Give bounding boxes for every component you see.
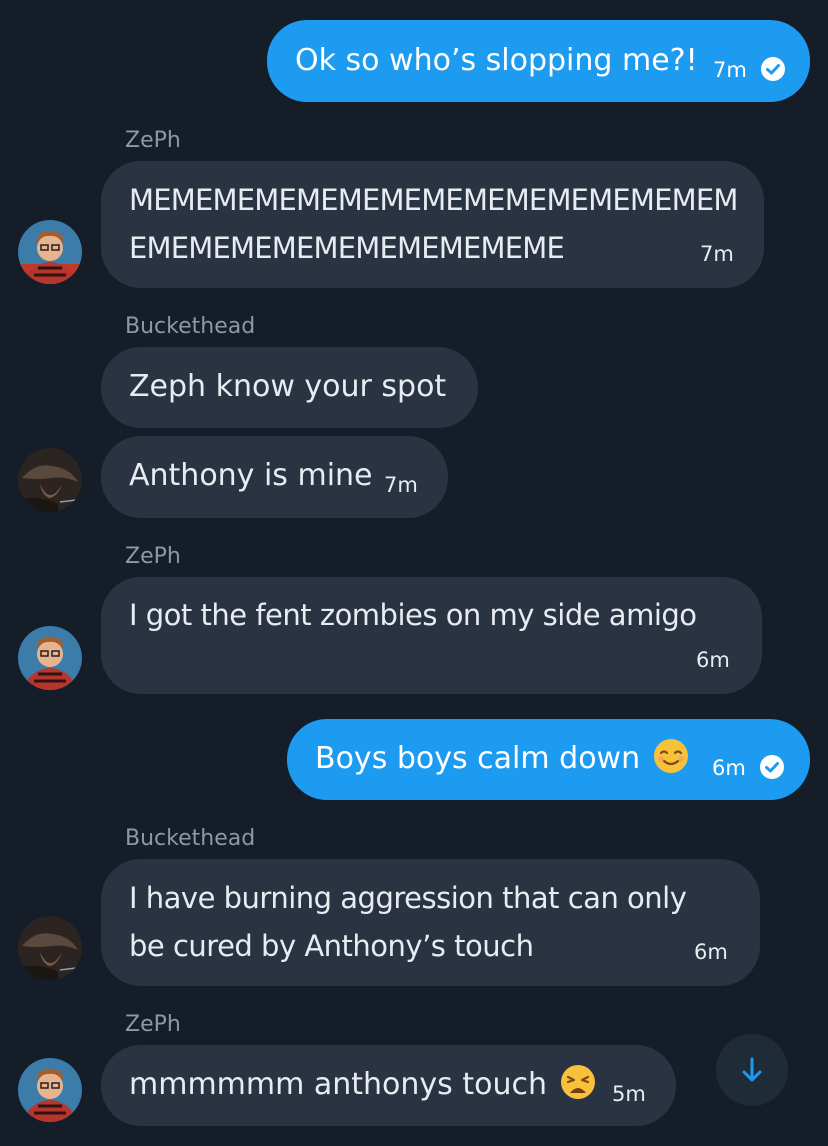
message-time: 5m	[612, 1082, 646, 1106]
message-text: Anthony is mine	[129, 458, 373, 493]
avatar[interactable]	[18, 916, 82, 980]
relieved-smile-emoji	[652, 737, 690, 789]
message-time: 6m	[696, 648, 730, 672]
incoming-message[interactable]: I got the fent zombies on my side amigo …	[101, 577, 762, 694]
message-text-content: mmmmmm anthonys touch	[129, 1067, 547, 1102]
outgoing-message[interactable]: Boys boys calm down 6m	[287, 719, 810, 800]
sender-name: ZePh	[125, 544, 181, 569]
scroll-down-arrow-icon	[742, 1057, 762, 1082]
message-text: I got the fent zombies on my side amigo	[129, 598, 697, 632]
message-time: 7m	[713, 58, 747, 82]
message-time: 7m	[700, 242, 734, 266]
message-time: 6m	[694, 940, 728, 964]
sender-name: ZePh	[125, 128, 181, 153]
weary-face-emoji	[559, 1063, 597, 1115]
incoming-message[interactable]: MEMEMEMEMEMEMEMEMEMEMEMEMEMEM EMEMEMEMEM…	[101, 161, 764, 288]
incoming-message[interactable]: I have burning aggression that can only …	[101, 859, 760, 986]
scroll-to-bottom-button[interactable]	[716, 1034, 788, 1106]
sender-name: Buckethead	[125, 826, 256, 851]
message-text-line: be cured by Anthony’s touch	[129, 929, 534, 963]
avatar[interactable]	[18, 448, 82, 512]
avatar[interactable]	[18, 220, 82, 284]
avatar[interactable]	[18, 1058, 82, 1122]
read-check-icon	[761, 57, 785, 81]
outgoing-message[interactable]: Ok so who’s slopping me?! 7m	[267, 20, 810, 102]
avatar[interactable]	[18, 626, 82, 690]
message-text: mmmmmm anthonys touch	[129, 1062, 597, 1115]
message-text-content: Boys boys calm down	[315, 741, 641, 776]
message-text: Ok so who’s slopping me?!	[295, 43, 698, 78]
message-time: 7m	[384, 473, 418, 497]
incoming-message[interactable]: Zeph know your spot	[101, 347, 478, 428]
message-text-line: I have burning aggression that can only	[129, 881, 687, 915]
sender-name: Buckethead	[125, 314, 256, 339]
sender-name: ZePh	[125, 1012, 181, 1037]
message-text: Boys boys calm down	[315, 736, 690, 789]
message-text-line: EMEMEMEMEMEMEMEMEMEME	[129, 231, 565, 265]
message-text-line: MEMEMEMEMEMEMEMEMEMEMEMEMEMEM	[129, 183, 738, 217]
message-text: Zeph know your spot	[129, 369, 447, 404]
message-time: 6m	[712, 756, 746, 780]
incoming-message[interactable]: Anthony is mine 7m	[101, 436, 448, 518]
incoming-message[interactable]: mmmmmm anthonys touch 5m	[101, 1045, 676, 1126]
read-check-icon	[760, 755, 784, 779]
